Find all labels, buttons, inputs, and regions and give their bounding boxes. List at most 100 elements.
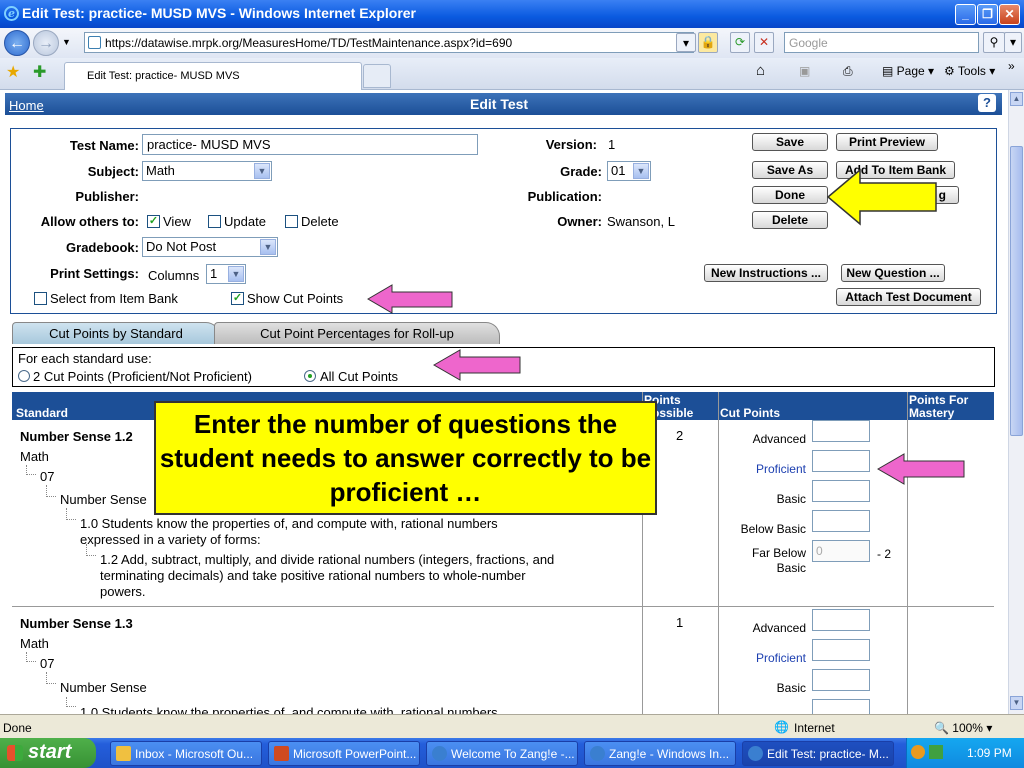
minimize-button[interactable]: _	[955, 4, 976, 25]
back-button[interactable]: ←	[4, 30, 30, 56]
delete-button[interactable]: Delete	[752, 211, 828, 229]
globe-icon: 🌐	[774, 720, 789, 734]
tab-cut-point-percentages[interactable]: Cut Point Percentages for Roll-up	[214, 322, 500, 344]
tab-cut-points-by-standard[interactable]: Cut Points by Standard	[12, 322, 220, 344]
update-label: Update	[224, 214, 266, 229]
url-field[interactable]: https://datawise.mrpk.org/MeasuresHome/T…	[84, 32, 694, 53]
status-text: Done	[3, 721, 32, 735]
tray-app-icon[interactable]	[911, 745, 925, 759]
search-options-icon[interactable]: ▾	[1004, 32, 1022, 53]
search-input[interactable]: Google	[784, 32, 979, 53]
subject-select[interactable]: Math ▼	[142, 161, 272, 181]
new-question-button[interactable]: New Question ...	[841, 264, 945, 282]
all-cut-points-label: All Cut Points	[320, 369, 399, 384]
add-favorite-icon[interactable]: ✚	[33, 62, 46, 82]
tray-app-icon-2[interactable]	[929, 745, 943, 759]
maximize-button[interactable]: ❐	[977, 4, 998, 25]
proficient-input[interactable]	[812, 639, 870, 661]
new-tab-button[interactable]	[363, 64, 391, 88]
table-row: Number Sense 1.3 Math 07 Number Sense 1.…	[12, 607, 994, 714]
tab-edit-test[interactable]: Edit Test: practice- MUSD MVS	[64, 62, 362, 90]
proficient-input[interactable]	[812, 450, 870, 472]
ie-logo-icon: e	[4, 6, 19, 21]
points-possible: 2	[676, 428, 684, 443]
chevron-down-icon: ▼	[633, 163, 649, 179]
basic-input[interactable]	[812, 480, 870, 502]
security-zone: Internet	[794, 721, 835, 735]
two-cut-points-radio[interactable]	[18, 370, 30, 382]
two-cut-points-label: 2 Cut Points (Proficient/Not Proficient)	[33, 369, 252, 384]
attach-test-document-button[interactable]: Attach Test Document	[836, 288, 981, 306]
columns-select[interactable]: 1 ▼	[206, 264, 246, 284]
yellow-arrow-icon	[826, 168, 937, 226]
save-button[interactable]: Save	[752, 133, 828, 151]
vertical-scrollbar[interactable]: ▲ ▼	[1008, 90, 1024, 714]
favorites-star-icon[interactable]: ★	[6, 62, 20, 82]
below-basic-input[interactable]	[812, 699, 870, 714]
pink-arrow-icon	[876, 453, 965, 485]
allow-others-label: Allow others to:	[40, 214, 139, 229]
grade-select[interactable]: 01 ▼	[607, 161, 651, 181]
history-dropdown-icon[interactable]: ▼	[62, 37, 71, 47]
feeds-icon[interactable]: ▣	[799, 64, 810, 78]
basic-label: Basic	[776, 681, 806, 695]
save-as-button[interactable]: Save As	[752, 161, 828, 179]
page-favicon-icon	[88, 36, 101, 49]
advanced-input[interactable]	[812, 420, 870, 442]
select-item-bank-checkbox[interactable]	[34, 292, 47, 305]
scroll-down-icon: ▼	[1010, 696, 1023, 710]
tab-bar: Edit Test: practice- MUSD MVS	[0, 58, 1024, 90]
lock-icon[interactable]: 🔒	[698, 32, 718, 53]
task-welcome-zangle[interactable]: Welcome To Zang!e -...	[426, 741, 578, 766]
home-icon[interactable]: ⌂	[756, 62, 765, 79]
all-cut-points-radio[interactable]	[304, 370, 316, 382]
task-zangle[interactable]: Zang!e - Windows In...	[584, 741, 736, 766]
gradebook-select[interactable]: Do Not Post ▼	[142, 237, 278, 257]
close-button[interactable]: ✕	[999, 4, 1020, 25]
page-content: Home Edit Test ? Test Name: practice- MU…	[0, 90, 1008, 714]
taskbar: start Inbox - Microsoft Ou... Microsoft …	[0, 738, 1024, 768]
far-below-label-2: Basic	[776, 561, 806, 575]
subject-label: Subject:	[87, 164, 139, 179]
scroll-thumb[interactable]	[1010, 146, 1023, 436]
print-preview-button[interactable]: Print Preview	[836, 133, 938, 151]
view-label: View	[163, 214, 191, 229]
windows-flag-icon	[7, 745, 23, 761]
start-button[interactable]: start	[0, 738, 96, 768]
view-checkbox[interactable]: ✓	[147, 215, 160, 228]
search-icon[interactable]: ⚲	[983, 32, 1005, 53]
done-button[interactable]: Done	[752, 186, 828, 204]
basic-input[interactable]	[812, 669, 870, 691]
page-menu[interactable]: ▤ Page ▾	[882, 64, 934, 78]
system-tray: 1:09 PM	[906, 738, 1024, 768]
help-icon[interactable]: ?	[978, 94, 996, 112]
home-link[interactable]: Home	[9, 98, 44, 113]
update-checkbox[interactable]	[208, 215, 221, 228]
pink-arrow-icon	[367, 284, 453, 314]
url-dropdown-icon[interactable]: ▾	[676, 33, 696, 52]
chevron-more-icon[interactable]: »	[1008, 59, 1015, 73]
owner-label: Owner:	[557, 214, 602, 229]
test-name-input[interactable]: practice- MUSD MVS	[142, 134, 478, 155]
forward-button[interactable]: →	[33, 30, 59, 56]
instruction-callout: Enter the number of questions the studen…	[154, 401, 657, 515]
refresh-icon[interactable]: ⟳	[730, 32, 750, 53]
show-cut-points-checkbox[interactable]: ✓	[231, 292, 244, 305]
stop-icon[interactable]: ✕	[754, 32, 774, 53]
print-icon[interactable]: ⎙	[843, 64, 853, 79]
new-instructions-button[interactable]: New Instructions ...	[704, 264, 828, 282]
advanced-label: Advanced	[752, 621, 806, 635]
delete-label: Delete	[301, 214, 339, 229]
standard-subject: Math	[20, 636, 49, 651]
task-powerpoint[interactable]: Microsoft PowerPoint...	[268, 741, 420, 766]
advanced-input[interactable]	[812, 609, 870, 631]
task-edit-test[interactable]: Edit Test: practice- M...	[742, 741, 894, 766]
clock: 1:09 PM	[967, 746, 1012, 760]
below-basic-input[interactable]	[812, 510, 870, 532]
zoom-control[interactable]: 🔍 100% ▾	[934, 721, 992, 735]
outlook-icon	[116, 746, 131, 761]
delete-checkbox[interactable]	[285, 215, 298, 228]
ie-icon	[748, 746, 763, 761]
task-inbox[interactable]: Inbox - Microsoft Ou...	[110, 741, 262, 766]
tools-menu[interactable]: ⚙ Tools ▾	[944, 64, 995, 78]
